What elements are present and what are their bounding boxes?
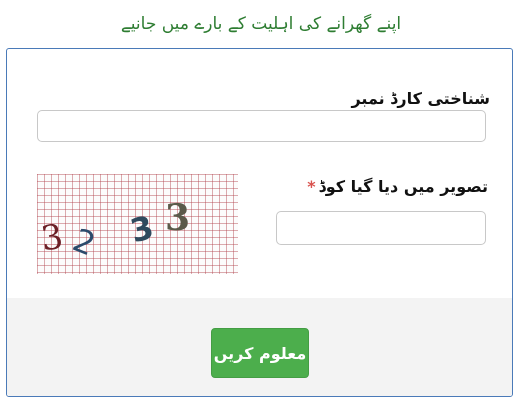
- submit-button[interactable]: معلوم کریں: [211, 328, 309, 378]
- captcha-input[interactable]: [276, 211, 486, 245]
- cnic-input[interactable]: [37, 110, 486, 142]
- captcha-image: 3 2 3 3: [37, 174, 238, 274]
- captcha-char-1: 3: [39, 217, 66, 260]
- captcha-glyphs: 3 2 3 3: [39, 197, 190, 264]
- page-title: اپنے گھرانے کی اہلیت کے بارے میں جانیے: [120, 14, 402, 34]
- eligibility-form: شناختی کارڈ نمبر 3 2 3 3 تصویر میں دیا گ…: [6, 48, 513, 397]
- captcha-char-3: 3: [126, 208, 157, 250]
- captcha-char-2: 2: [68, 221, 101, 264]
- form-footer: معلوم کریں: [7, 298, 512, 396]
- cnic-label: شناختی کارڈ نمبر: [351, 89, 490, 108]
- captcha-label: تصویر میں دیا گیا کوڈ*: [307, 177, 488, 196]
- captcha-label-text: تصویر میں دیا گیا کوڈ: [318, 177, 488, 196]
- required-marker: *: [307, 177, 316, 196]
- captcha-char-4: 3: [165, 197, 190, 239]
